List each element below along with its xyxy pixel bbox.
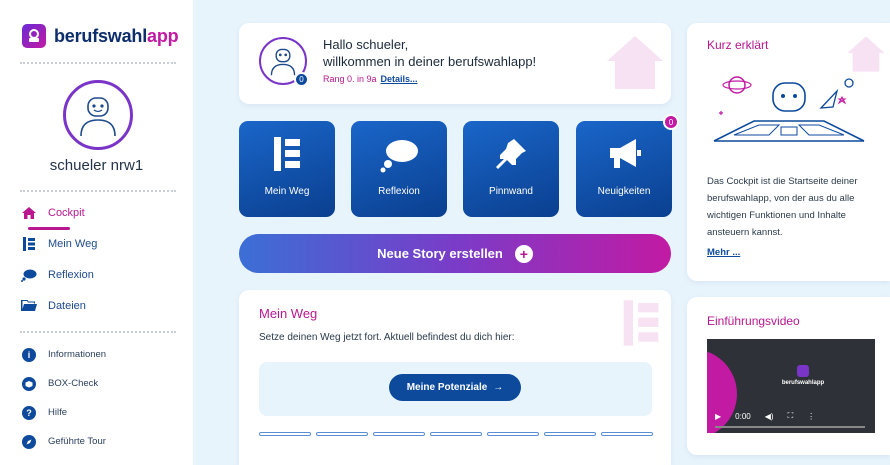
fullscreen-icon[interactable]: ⛶ [788, 411, 794, 421]
details-link[interactable]: Details... [381, 74, 418, 84]
current-step-panel: Meine Potenziale → [259, 362, 652, 416]
folder-icon [20, 297, 38, 315]
path-icon [20, 235, 38, 253]
progress-step [430, 432, 482, 436]
chat-plus-icon: + [514, 244, 533, 263]
welcome-message: willkommen in deiner berufswahlapp! [323, 54, 537, 69]
megaphone-icon [576, 137, 672, 171]
new-story-button[interactable]: Neue Story erstellen + [239, 234, 671, 273]
rank-info: Rang 0. in 9a Details... [323, 74, 418, 84]
nav-item-gefuehrte-tour[interactable]: Geführte Tour [20, 427, 106, 456]
more-options-icon[interactable]: ⋮ [807, 412, 815, 421]
video-brand: berufswahlapp [773, 365, 833, 386]
mein-weg-card: Mein Weg Setze deinen Weg jetzt fort. Ak… [239, 290, 671, 465]
progress-step [259, 432, 311, 436]
tile-pinnwand[interactable]: Pinnwand [463, 121, 559, 217]
einfuehrungsvideo-card: Einführungsvideo berufswahlapp ▶ 0:00 ◀)… [687, 297, 890, 455]
secondary-nav: i Informationen BOX-Check ? Hilfe Geführ… [20, 340, 106, 456]
play-icon[interactable]: ▶ [715, 412, 721, 421]
progress-step [373, 432, 425, 436]
video-time: 0:00 [735, 411, 751, 421]
progress-steps [259, 432, 653, 436]
nav-item-reflexion[interactable]: Reflexion [20, 259, 97, 290]
greeting: Hallo schueler, [323, 37, 409, 52]
tile-mein-weg[interactable]: Mein Weg [239, 121, 335, 217]
user-avatar-small[interactable]: 0 [259, 37, 309, 87]
app-logo[interactable]: berufswahlapp [22, 24, 179, 48]
divider [20, 62, 176, 64]
tile-neuigkeiten[interactable]: Neuigkeiten [576, 121, 672, 217]
nav-item-cockpit[interactable]: Cockpit [20, 197, 97, 228]
divider [20, 331, 176, 333]
progress-step [316, 432, 368, 436]
cockpit-illustration-icon [713, 76, 865, 142]
info-icon: i [20, 346, 38, 364]
pushpin-icon [463, 137, 559, 171]
card-title: Mein Weg [259, 306, 318, 321]
logo-icon [22, 24, 46, 48]
main-nav: Cockpit Mein Weg Reflexion Dateien [20, 197, 97, 321]
divider [20, 190, 176, 192]
app-name: berufswahlapp [54, 25, 179, 46]
sidebar: berufswahlapp schueler nrw1 Cockpit Mein… [0, 0, 193, 465]
active-indicator [28, 227, 70, 230]
nav-item-box-check[interactable]: BOX-Check [20, 369, 106, 398]
progress-step [487, 432, 539, 436]
video-controls: ▶ 0:00 ◀) ⛶ ⋮ [715, 411, 875, 421]
avatar-count-badge: 0 [294, 72, 309, 87]
compass-icon [20, 433, 38, 451]
card-subtitle: Setze deinen Weg jetzt fort. Aktuell bef… [259, 332, 515, 343]
card-title: Kurz erklärt [707, 38, 769, 52]
nav-item-dateien[interactable]: Dateien [20, 290, 97, 321]
username: schueler nrw1 [49, 157, 144, 174]
help-icon: ? [20, 404, 38, 422]
kurz-erklaert-card: Kurz erklärt Das Cockpit ist die Startse… [687, 23, 890, 281]
arrow-right-icon: → [493, 382, 504, 393]
card-title: Einführungsvideo [707, 314, 800, 328]
video-player[interactable]: berufswahlapp ▶ 0:00 ◀) ⛶ ⋮ [707, 339, 875, 433]
tile-reflexion[interactable]: Reflexion [351, 121, 447, 217]
thought-bubble-icon [20, 266, 38, 284]
video-progress-bar[interactable] [715, 426, 865, 428]
logo-icon [797, 365, 809, 377]
welcome-card: 0 Hallo schueler, willkommen in deiner b… [239, 23, 671, 104]
progress-step [601, 432, 653, 436]
home-icon [20, 204, 38, 222]
user-avatar[interactable] [63, 80, 133, 150]
thought-bubble-icon [351, 137, 447, 173]
meine-potenziale-button[interactable]: Meine Potenziale → [389, 374, 521, 401]
path-icon [239, 137, 335, 171]
box-icon [20, 375, 38, 393]
card-text: Das Cockpit ist die Startseite deiner be… [707, 176, 858, 238]
nav-item-hilfe[interactable]: ? Hilfe [20, 398, 106, 427]
house-decoration-icon [607, 36, 663, 89]
news-count-badge: 0 [663, 114, 679, 130]
path-decoration-icon [623, 300, 659, 346]
volume-icon[interactable]: ◀) [765, 412, 774, 421]
nav-item-mein-weg[interactable]: Mein Weg [20, 228, 97, 259]
progress-step [544, 432, 596, 436]
mehr-link[interactable]: Mehr ... [707, 247, 740, 258]
nav-item-informationen[interactable]: i Informationen [20, 340, 106, 369]
